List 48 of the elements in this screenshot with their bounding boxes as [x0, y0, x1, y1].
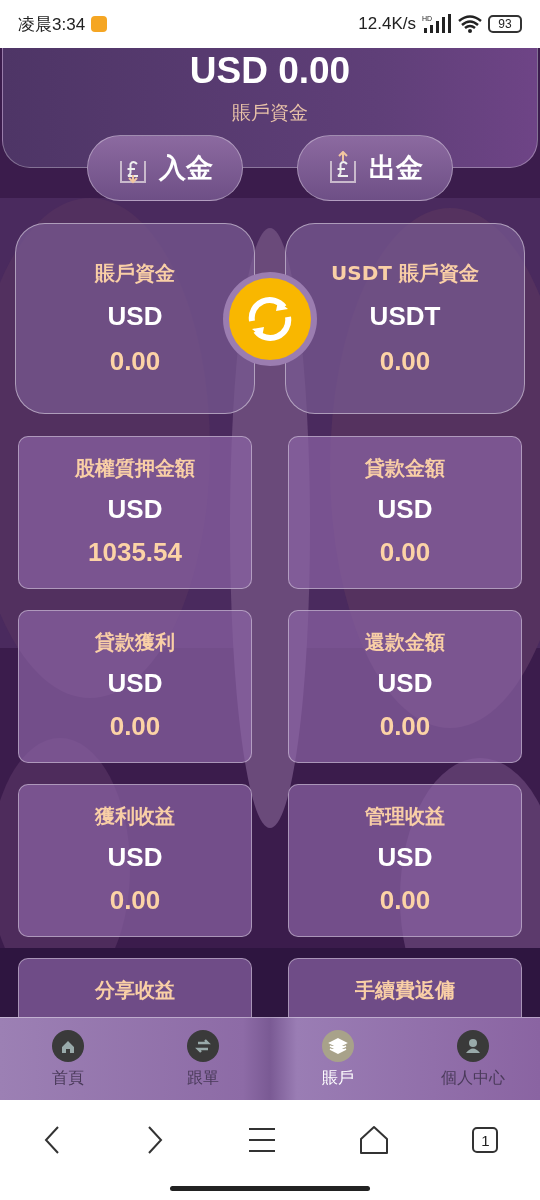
total-balance: USD 0.00 — [189, 50, 351, 92]
person-icon — [456, 1030, 489, 1062]
card-title: USDT 賬戶資金 — [331, 260, 479, 287]
tab-item[interactable]: 賬戶 — [270, 1018, 405, 1100]
currency-label: USD — [377, 494, 433, 525]
card-title: 分享收益 — [95, 977, 175, 1004]
clock: 凌晨3:34 — [18, 13, 86, 36]
tab-item[interactable]: 首頁 — [0, 1018, 135, 1100]
amount-value: 0.00 — [379, 346, 431, 377]
currency-label: USD — [377, 842, 433, 873]
card-title: 貸款金額 — [365, 455, 445, 482]
swap-icon — [186, 1030, 219, 1062]
currency-label: USD — [107, 301, 163, 332]
card-title: 賬戶資金 — [95, 260, 175, 287]
pound-icon — [327, 151, 359, 185]
card-title: 股權質押金額 — [75, 455, 195, 482]
card-title: 還款金額 — [365, 629, 445, 656]
battery-indicator: 93 — [488, 15, 522, 33]
withdraw-button[interactable]: 出金 — [297, 135, 453, 201]
tab-item[interactable]: 個人中心 — [405, 1018, 540, 1100]
currency-label: USDT — [369, 301, 441, 332]
amount-value: 0.00 — [379, 711, 431, 742]
home-icon — [51, 1030, 84, 1062]
currency-label: USD — [107, 668, 163, 699]
currency-label: USD — [107, 842, 163, 873]
card-title: 管理收益 — [365, 803, 445, 830]
amount-value: 0.00 — [109, 346, 161, 377]
card-title: 手續費返傭 — [355, 977, 455, 1004]
wifi-icon — [458, 15, 482, 33]
balance-label: 賬戶資金 — [232, 100, 308, 125]
currency-label: USD — [107, 494, 163, 525]
currency-label: USD — [377, 668, 433, 699]
amount-value: 1035.54 — [88, 537, 182, 568]
amount-value: 0.00 — [379, 537, 431, 568]
menu-button[interactable] — [247, 1126, 276, 1154]
card-title: 獲利收益 — [95, 803, 175, 830]
deposit-button[interactable]: 入金 — [87, 135, 243, 201]
amount-value: 0.00 — [109, 885, 161, 916]
layers-icon — [321, 1030, 354, 1062]
amount-value: 0.00 — [109, 711, 161, 742]
home-button[interactable] — [359, 1125, 390, 1155]
card-title: 貸款獲利 — [95, 629, 175, 656]
notification-icon — [91, 16, 108, 32]
exchange-icon[interactable] — [222, 271, 318, 367]
network-speed: 12.4K/s — [358, 14, 416, 34]
tabs-button[interactable]: 1 — [472, 1127, 499, 1153]
amount-value: 0.00 — [379, 885, 431, 916]
tab-item[interactable]: 跟單 — [135, 1018, 270, 1100]
